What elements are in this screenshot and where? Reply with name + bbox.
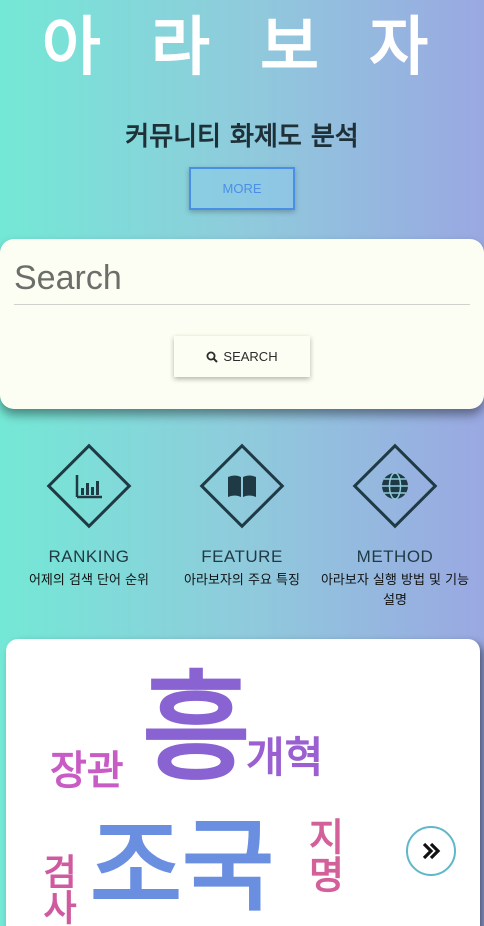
feature-desc: 아라보자 실행 방법 및 기능 설명 (320, 573, 470, 608)
search-button[interactable]: SEARCH (174, 336, 310, 377)
feature-title: METHOD (356, 547, 434, 566)
bar-chart-icon (75, 475, 102, 499)
cloud-word[interactable]: 검사 (36, 853, 77, 925)
feature-title: RANKING (48, 547, 130, 566)
feature-feature[interactable]: FEATURE 아라보자의 주요 특징 (167, 443, 317, 591)
search-input[interactable] (14, 253, 470, 305)
feature-ranking[interactable]: RANKING 어제의 검색 단어 순위 (14, 443, 164, 591)
cloud-word[interactable]: 장관 (50, 751, 124, 791)
search-card: SEARCH (0, 239, 484, 409)
more-button[interactable]: MORE (189, 167, 295, 210)
feature-desc: 어제의 검색 단어 순위 (28, 573, 150, 588)
app-title: 아 라 보 자 (41, 11, 443, 85)
cloud-word[interactable]: 개혁 (246, 737, 323, 779)
book-icon (228, 475, 256, 497)
globe-icon (382, 472, 408, 500)
double-chevron-right-icon (422, 842, 441, 860)
search-icon (206, 351, 219, 363)
search-button-label: SEARCH (223, 349, 278, 364)
cloud-word[interactable]: 흥 (142, 669, 251, 787)
feature-desc: 아라보자의 주요 특징 (184, 573, 300, 588)
cloud-word[interactable]: 지명 (301, 817, 345, 893)
feature-title: FEATURE (201, 547, 283, 566)
next-button[interactable] (406, 826, 456, 876)
feature-ranking-badge (46, 443, 132, 529)
word-cloud-card: 흥 장관 개혁 조국 지명 검사 (6, 639, 480, 926)
feature-feature-badge (199, 443, 285, 529)
app-subtitle: 커뮤니티 화제도 분석 (125, 122, 359, 152)
cloud-word[interactable]: 조국 (90, 817, 274, 917)
feature-method-badge (352, 443, 438, 529)
feature-method[interactable]: METHOD 아라보자 실행 방법 및 기능 설명 (320, 443, 470, 611)
